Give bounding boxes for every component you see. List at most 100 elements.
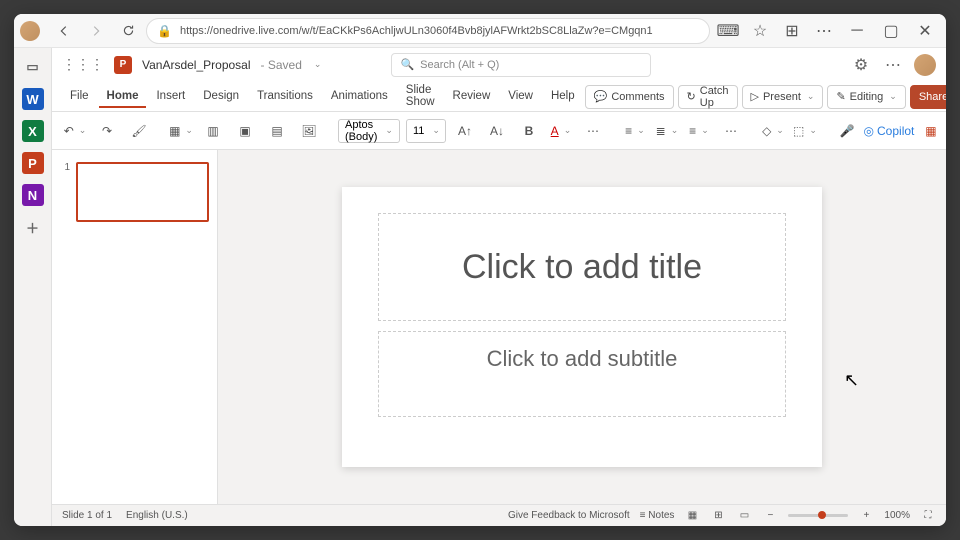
translate-icon[interactable]: ⌨	[714, 17, 742, 45]
slide: Click to add title Click to add subtitle	[342, 187, 822, 467]
section-button[interactable]: ▤	[264, 118, 290, 144]
dock-excel[interactable]: X	[22, 120, 44, 142]
tab-transitions[interactable]: Transitions	[249, 86, 321, 108]
favorite-icon[interactable]: ☆	[746, 17, 774, 45]
dock-add[interactable]: ＋	[22, 216, 44, 238]
zoom-in-button[interactable]: +	[858, 508, 874, 524]
sorter-view-icon[interactable]: ⊞	[710, 508, 726, 524]
refresh-button[interactable]	[114, 17, 142, 45]
catchup-button[interactable]: ↻ Catch Up	[678, 85, 738, 109]
slide-canvas[interactable]: Click to add title Click to add subtitle	[218, 150, 946, 504]
settings-icon[interactable]: ⚙	[850, 54, 872, 76]
font-select[interactable]: Aptos (Body)⌄	[338, 119, 400, 143]
designer-button[interactable]: ▦	[918, 118, 944, 144]
normal-view-icon[interactable]: ▦	[684, 508, 700, 524]
present-button[interactable]: ▷ Present ⌄	[742, 85, 824, 109]
reset-button[interactable]: ▣	[232, 118, 258, 144]
more-para-button[interactable]: ⋯	[718, 118, 744, 144]
font-color-button[interactable]: A⌄	[548, 118, 574, 144]
numbering-button[interactable]: ≣⌄	[654, 118, 680, 144]
language-indicator[interactable]: English (U.S.)	[126, 510, 188, 521]
document-title[interactable]: VanArsdel_Proposal	[142, 58, 251, 72]
dock-tab[interactable]: ▭	[22, 56, 44, 78]
tab-slideshow[interactable]: Slide Show	[398, 80, 443, 114]
powerpoint-logo: P	[114, 56, 132, 74]
slide-indicator[interactable]: Slide 1 of 1	[62, 510, 112, 521]
editing-button[interactable]: ✎ Editing ⌄	[827, 85, 905, 109]
tab-animations[interactable]: Animations	[323, 86, 396, 108]
copilot-button[interactable]: ◎ Copilot	[876, 118, 902, 144]
body: ▭ W X P N ＋ ⋮⋮⋮ P VanArsdel_Proposal - S…	[14, 48, 946, 526]
browser-titlebar: 🔒 https://onedrive.live.com/w/t/EaCKkPs6…	[14, 14, 946, 48]
notes-button[interactable]: ≡ Notes	[640, 510, 675, 521]
app-window: 🔒 https://onedrive.live.com/w/t/EaCKkPs6…	[14, 14, 946, 526]
minimize-button[interactable]: ─	[842, 17, 872, 45]
picture-button[interactable]: 🖼	[296, 118, 322, 144]
decrease-font-button[interactable]: A↓	[484, 118, 510, 144]
slide-thumbnails: 1	[52, 150, 218, 504]
close-button[interactable]: ✕	[910, 17, 940, 45]
thumbnail-1[interactable]: 1	[60, 162, 209, 222]
thumbnail-preview	[76, 162, 209, 222]
ribbon-tabs: File Home Insert Design Transitions Anim…	[52, 82, 946, 112]
undo-button[interactable]: ↶⌄	[62, 118, 88, 144]
subtitle-placeholder[interactable]: Click to add subtitle	[378, 331, 786, 417]
redo-button[interactable]: ↷	[94, 118, 120, 144]
address-bar[interactable]: 🔒 https://onedrive.live.com/w/t/EaCKkPs6…	[146, 18, 710, 44]
reading-view-icon[interactable]: ▭	[736, 508, 752, 524]
save-status: - Saved	[261, 58, 302, 72]
tab-file[interactable]: File	[62, 86, 97, 108]
tab-insert[interactable]: Insert	[148, 86, 193, 108]
app-header: ⋮⋮⋮ P VanArsdel_Proposal - Saved ⌄ 🔍 Sea…	[52, 48, 946, 82]
shapes-button[interactable]: ◇⌄	[760, 118, 786, 144]
chevron-down-icon[interactable]: ⌄	[314, 59, 322, 70]
main: ⋮⋮⋮ P VanArsdel_Proposal - Saved ⌄ 🔍 Sea…	[52, 48, 946, 526]
dock-powerpoint[interactable]: P	[22, 152, 44, 174]
forward-button	[82, 17, 110, 45]
tab-help[interactable]: Help	[543, 86, 583, 108]
more-header-icon[interactable]: ⋯	[882, 54, 904, 76]
fit-view-icon[interactable]: ⛶	[920, 508, 936, 524]
maximize-button[interactable]: ▢	[876, 17, 906, 45]
arrange-button[interactable]: ⬚⌄	[792, 118, 818, 144]
comments-button[interactable]: 💬 Comments	[585, 85, 674, 109]
app-dock: ▭ W X P N ＋	[14, 48, 52, 526]
font-size-select[interactable]: 11⌄	[406, 119, 446, 143]
tab-review[interactable]: Review	[445, 86, 499, 108]
zoom-level[interactable]: 100%	[884, 510, 910, 521]
search-input[interactable]: 🔍 Search (Alt + Q)	[391, 53, 651, 77]
zoom-out-button[interactable]: −	[762, 508, 778, 524]
search-placeholder: Search (Alt + Q)	[420, 59, 499, 71]
dock-word[interactable]: W	[22, 88, 44, 110]
dictate-button[interactable]: 🎤	[834, 118, 860, 144]
bullets-button[interactable]: ≡⌄	[622, 118, 648, 144]
bold-button[interactable]: B	[516, 118, 542, 144]
share-button[interactable]: Share ⌄	[910, 85, 946, 109]
new-slide-button[interactable]: ▦⌄	[168, 118, 194, 144]
title-placeholder[interactable]: Click to add title	[378, 213, 786, 321]
lock-icon: 🔒	[157, 24, 172, 38]
work-area: 1 Click to add title Click to add subtit…	[52, 150, 946, 504]
dock-onenote[interactable]: N	[22, 184, 44, 206]
back-button[interactable]	[50, 17, 78, 45]
layout-button[interactable]: ▥	[200, 118, 226, 144]
increase-font-button[interactable]: A↑	[452, 118, 478, 144]
feedback-link[interactable]: Give Feedback to Microsoft	[508, 510, 630, 521]
thumbnail-number: 1	[60, 162, 70, 222]
format-painter-button[interactable]: 🖌	[126, 118, 152, 144]
tab-home[interactable]: Home	[99, 86, 147, 108]
zoom-slider[interactable]	[788, 514, 848, 517]
tab-view[interactable]: View	[500, 86, 541, 108]
ribbon: ↶⌄ ↷ 🖌 ▦⌄ ▥ ▣ ▤ 🖼 Aptos (Body)⌄ 11⌄ A↑ A…	[52, 112, 946, 150]
url-text: https://onedrive.live.com/w/t/EaCKkPs6Ac…	[180, 25, 653, 37]
user-avatar[interactable]	[914, 54, 936, 76]
more-font-button[interactable]: ⋯	[580, 118, 606, 144]
tab-design[interactable]: Design	[195, 86, 247, 108]
align-button[interactable]: ≡⌄	[686, 118, 712, 144]
search-icon: 🔍	[400, 58, 414, 71]
more-icon[interactable]: ⋯	[810, 17, 838, 45]
collections-icon[interactable]: ⊞	[778, 17, 806, 45]
app-launcher-icon[interactable]: ⋮⋮⋮	[62, 56, 104, 73]
status-bar: Slide 1 of 1 English (U.S.) Give Feedbac…	[52, 504, 946, 526]
profile-avatar[interactable]	[20, 21, 40, 41]
